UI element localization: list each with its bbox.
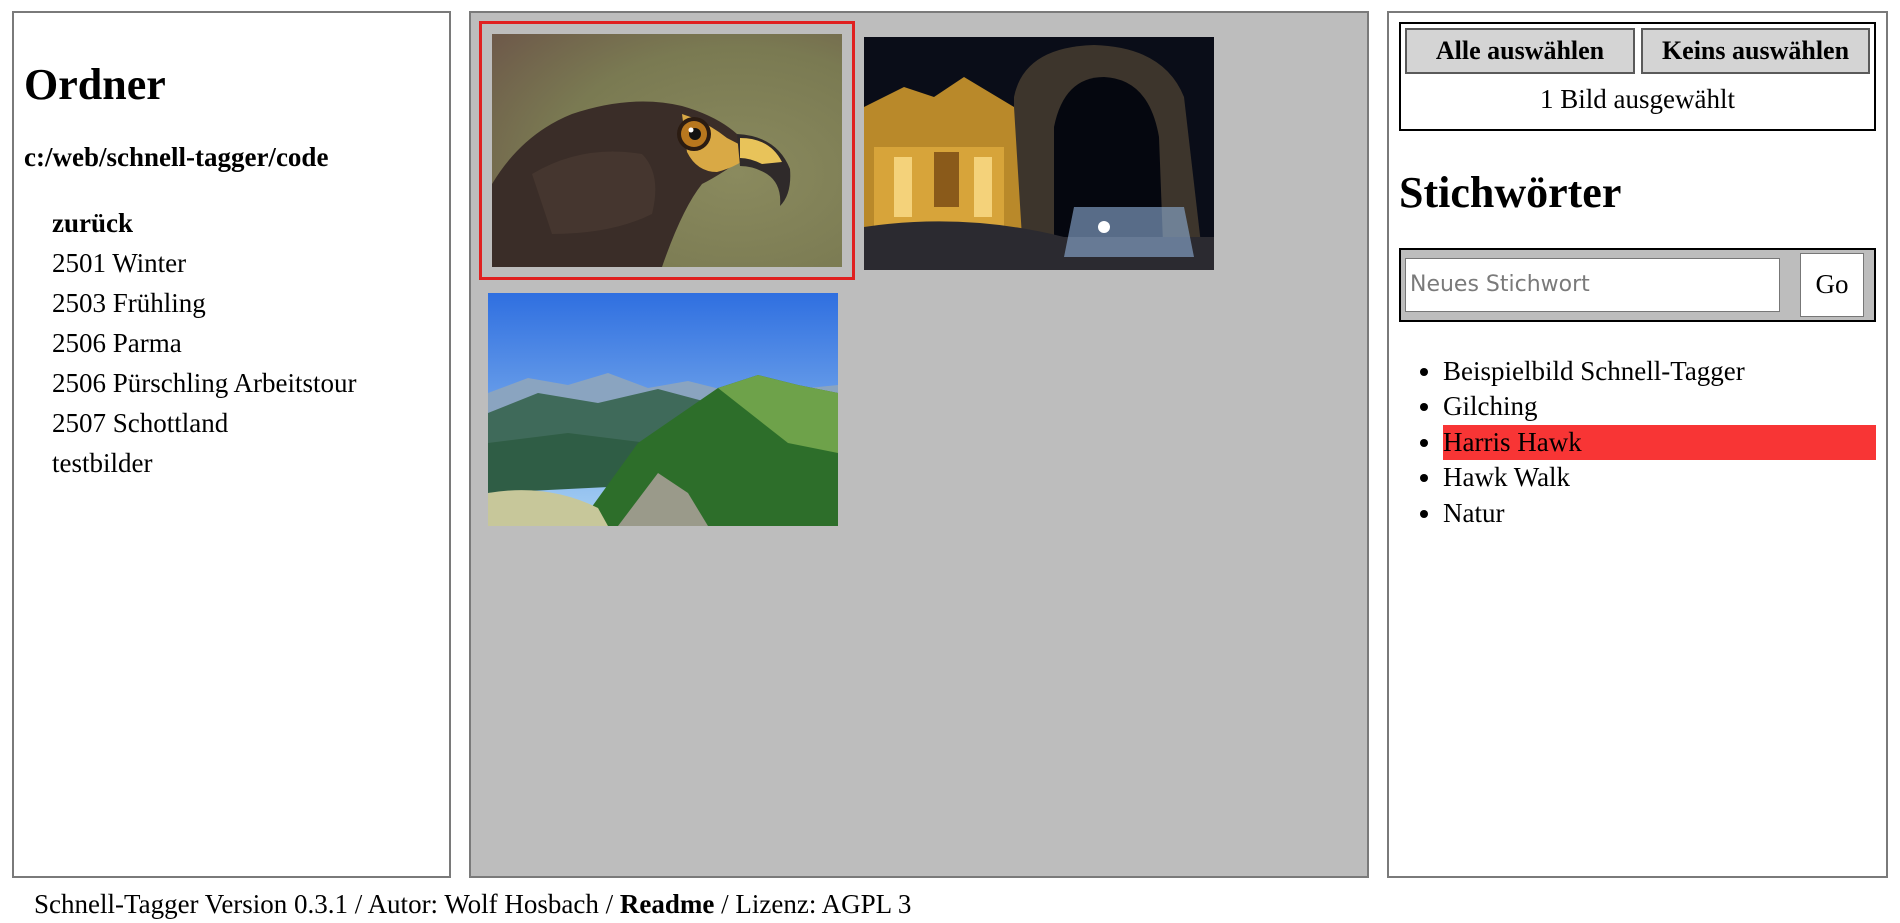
footer: Schnell-Tagger Version 0.3.1 / Autor: Wo… [34, 887, 911, 921]
image-thumb-night-arch[interactable] [864, 37, 1214, 270]
select-none-button[interactable]: Keins auswählen [1641, 28, 1870, 74]
folder-back-link[interactable]: zurück [52, 203, 439, 243]
footer-separator: / [598, 889, 620, 919]
app: Ordner c:/web/schnell-tagger/code zurück… [0, 0, 1900, 923]
current-path: c:/web/schnell-tagger/code [24, 141, 329, 172]
footer-separator: / [348, 889, 368, 919]
folder-item[interactable]: 2506 Pürschling Arbeitstour [52, 363, 439, 403]
selection-status: 1 Bild ausgewählt [1540, 84, 1735, 114]
folder-item[interactable]: testbilder [52, 443, 439, 483]
go-button[interactable]: Go [1800, 252, 1864, 317]
select-all-button[interactable]: Alle auswählen [1405, 28, 1635, 74]
keyword-item[interactable]: Beispielbild Schnell-Tagger [1443, 354, 1876, 390]
keyword-label: Gilching [1443, 391, 1538, 422]
folder-item[interactable]: 2501 Winter [52, 243, 439, 283]
license-text: Lizenz: AGPL 3 [735, 889, 912, 919]
hawk-photo [492, 34, 842, 267]
keyword-label: Hawk Walk [1443, 462, 1571, 493]
folder-panel-title: Ordner [24, 60, 166, 109]
new-keyword-input[interactable] [1405, 257, 1780, 312]
folder-item[interactable]: 2506 Parma [52, 323, 439, 363]
selection-buttons: Alle auswählen Keins auswählen [1405, 28, 1870, 74]
new-keyword-form: Go [1399, 247, 1876, 322]
image-grid [469, 11, 1369, 878]
folder-item[interactable]: 2503 Frühling [52, 283, 439, 323]
keywords-title: Stichwörter [1399, 168, 1622, 217]
keyword-item[interactable]: Gilching [1443, 389, 1876, 425]
selection-box: Alle auswählen Keins auswählen 1 Bild au… [1399, 22, 1876, 131]
keyword-item-active[interactable]: Harris Hawk [1443, 424, 1876, 461]
keyword-label: Beispielbild Schnell-Tagger [1443, 355, 1745, 386]
keyword-item[interactable]: Hawk Walk [1443, 460, 1876, 496]
readme-link[interactable]: Readme [620, 889, 714, 919]
night-arch-photo [864, 37, 1214, 270]
folder-item[interactable]: 2507 Schottland [52, 403, 439, 443]
keyword-label: Harris Hawk [1443, 424, 1876, 461]
keyword-list: Beispielbild Schnell-Tagger Gilching Har… [1399, 354, 1876, 532]
author-text: Autor: Wolf Hosbach [367, 889, 599, 919]
folder-list: zurück 2501 Winter 2503 Frühling 2506 Pa… [24, 203, 439, 483]
keyword-panel: Alle auswählen Keins auswählen 1 Bild au… [1387, 11, 1888, 878]
keyword-label: Natur [1443, 497, 1505, 528]
image-thumb-mountain[interactable] [488, 293, 838, 526]
version-text: Schnell-Tagger Version 0.3.1 [34, 889, 349, 919]
mountain-photo [488, 293, 838, 526]
image-thumb-hawk[interactable] [479, 21, 855, 280]
keyword-item[interactable]: Natur [1443, 496, 1876, 532]
folder-panel: Ordner c:/web/schnell-tagger/code zurück… [12, 11, 451, 878]
footer-separator: / [714, 889, 736, 919]
